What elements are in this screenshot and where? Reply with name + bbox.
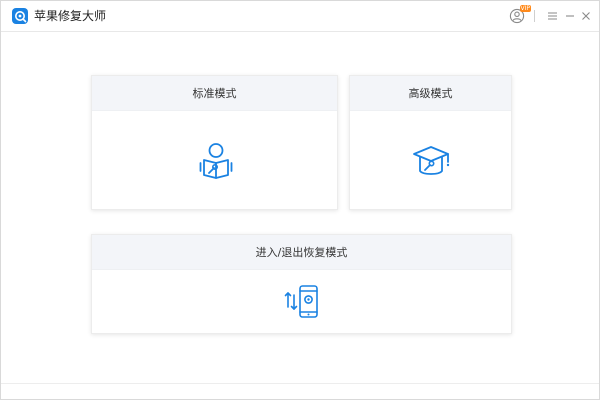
advanced-mode-label: 高级模式 xyxy=(350,76,511,111)
app-window: 苹果修复大师 VIP 标准模式 高级模式 进入/退出恢复模式 xyxy=(0,0,600,400)
phone-arrows-icon xyxy=(284,285,318,318)
footer-divider xyxy=(1,383,599,384)
advanced-mode-card[interactable]: 高级模式 xyxy=(349,75,512,210)
user-button[interactable]: VIP xyxy=(507,5,531,25)
close-button[interactable] xyxy=(580,7,592,25)
titlebar-divider xyxy=(534,10,535,22)
title-bar: 苹果修复大师 VIP xyxy=(1,1,599,32)
app-title: 苹果修复大师 xyxy=(34,9,107,23)
app-logo-icon xyxy=(12,8,28,24)
standard-mode-card[interactable]: 标准模式 xyxy=(91,75,338,210)
minimize-button[interactable] xyxy=(564,7,576,25)
reader-wrench-icon xyxy=(199,143,233,179)
graduation-cap-wrench-icon xyxy=(413,146,450,175)
recovery-mode-card[interactable]: 进入/退出恢复模式 xyxy=(91,234,512,334)
close-icon xyxy=(582,12,590,20)
standard-mode-label: 标准模式 xyxy=(92,76,337,111)
menu-icon xyxy=(547,12,557,20)
vip-badge: VIP xyxy=(519,5,531,12)
recovery-mode-label: 进入/退出恢复模式 xyxy=(92,235,511,270)
menu-button[interactable] xyxy=(546,7,558,25)
minimize-icon xyxy=(566,15,574,17)
